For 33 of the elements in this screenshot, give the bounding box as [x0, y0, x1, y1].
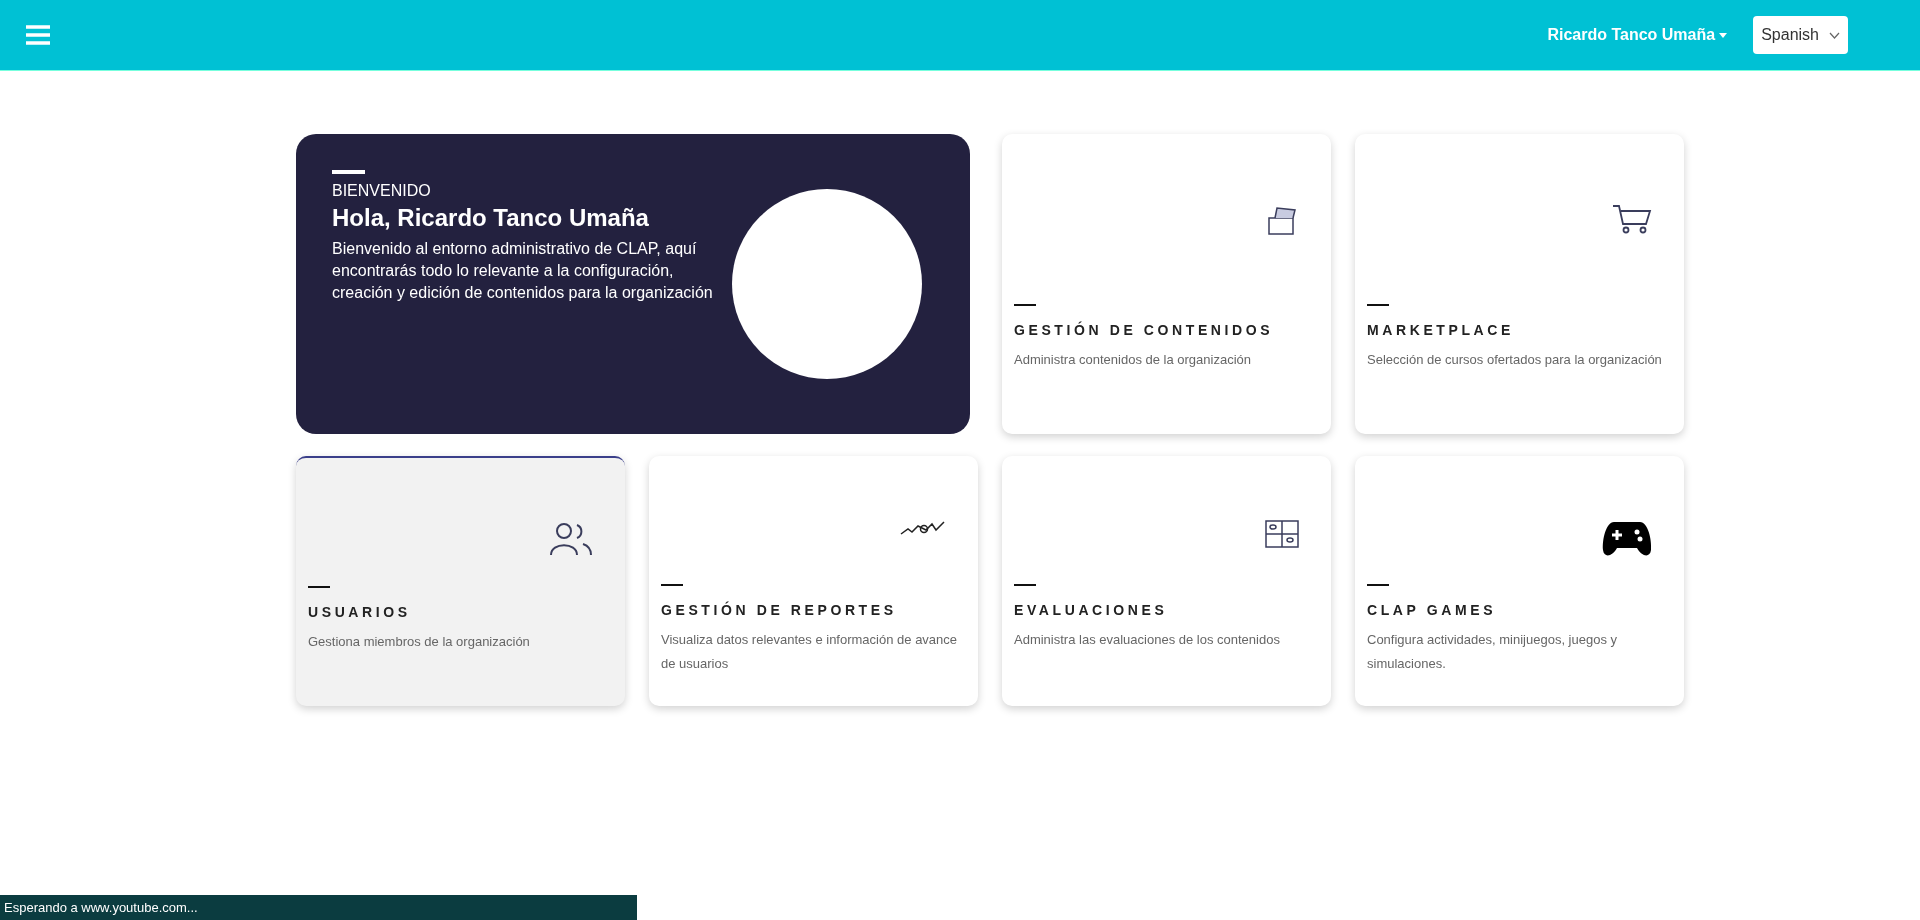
module-card[interactable]: EVALUACIONES Administra las evaluaciones de los contenidos — [1002, 456, 1331, 706]
menu-button[interactable] — [26, 25, 50, 45]
welcome-text: Bienvenido al entorno administrativo de CLAP, aquí encontrarás todo lo relevante a la configuración, creación y edición de contenidos para la organización — [332, 239, 714, 303]
caret-icon — [1719, 32, 1728, 38]
module-card[interactable]: GESTIÓN DE CONTENIDOS Administra contenidos de la organización — [1002, 134, 1331, 434]
welcome-title: Hola, Ricardo Tanco Umaña — [332, 204, 650, 232]
status-bar: Esperando a www.youtube.com... — [0, 895, 637, 920]
card-description: Administra las evaluaciones de los contenidos — [1014, 631, 1281, 649]
card-title: GESTIÓN DE CONTENIDOS — [1014, 322, 1275, 338]
grid-board-icon — [1265, 520, 1299, 548]
welcome-eyebrow: BIENVENIDO — [332, 182, 432, 200]
users-icon — [549, 522, 593, 556]
card-description: Selección de cursos ofertados para la organización — [1367, 351, 1663, 369]
gamepad-icon — [1602, 520, 1652, 558]
module-card[interactable]: GESTIÓN DE REPORTES Visualiza datos relevantes e información de avance de usuarios — [649, 456, 978, 706]
menu-icon — [26, 25, 50, 45]
chart-line-icon — [900, 520, 946, 538]
card-description: Gestiona miembros de la organización — [308, 633, 531, 651]
folder-icon — [1267, 204, 1299, 236]
language-select[interactable]: Spanish — [1753, 16, 1848, 54]
card-description: Administra contenidos de la organización — [1014, 351, 1253, 369]
card-title: USUARIOS — [308, 604, 412, 620]
card-title: GESTIÓN DE REPORTES — [661, 602, 898, 618]
card-description: Configura actividades, minijuegos, juegos y simulaciones. — [1367, 631, 1619, 673]
module-card[interactable]: USUARIOS Gestiona miembros de la organización — [296, 456, 625, 706]
module-card[interactable]: CLAP GAMES Configura actividades, minijuegos, juegos y simulaciones. — [1355, 456, 1684, 706]
chevron-down-icon — [1829, 31, 1840, 39]
card-description: Visualiza datos relevantes e información de avance de usuarios — [661, 631, 958, 673]
module-card[interactable]: MARKETPLACE Selección de cursos ofertados para la organización — [1355, 134, 1684, 434]
cart-icon — [1612, 204, 1652, 234]
card-title: EVALUACIONES — [1014, 602, 1169, 618]
card-title: MARKETPLACE — [1367, 322, 1515, 338]
card-title: CLAP GAMES — [1367, 602, 1498, 618]
